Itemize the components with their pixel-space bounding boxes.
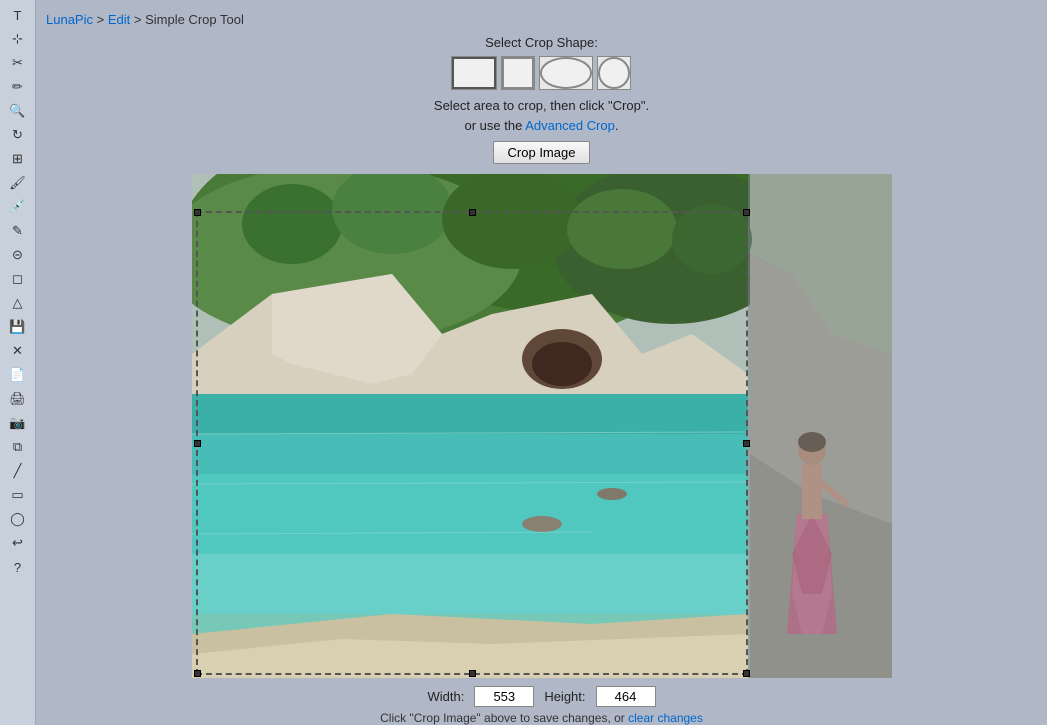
breadcrumb-sep2: > bbox=[134, 12, 145, 27]
dimensions-display: Width: Height: bbox=[427, 686, 655, 707]
breadcrumb-edit[interactable]: Edit bbox=[108, 12, 130, 27]
pencil-icon[interactable]: ✏ bbox=[4, 76, 32, 98]
clear-changes-link[interactable]: clear changes bbox=[628, 711, 703, 725]
shape-select-icon[interactable]: △ bbox=[4, 292, 32, 314]
rectangle-shape-icon bbox=[452, 57, 496, 89]
circle-tool-icon[interactable]: ◯ bbox=[4, 508, 32, 530]
beach-scene-image bbox=[192, 174, 892, 678]
breadcrumb-sep1: > bbox=[97, 12, 108, 27]
advanced-crop-link[interactable]: Advanced Crop bbox=[525, 118, 615, 133]
controls-panel: Select Crop Shape: Select area to crop, … bbox=[434, 35, 649, 164]
eyedropper-icon[interactable]: 💉 bbox=[4, 196, 32, 218]
instruction-pre: or use the bbox=[465, 118, 523, 133]
stamp-icon[interactable]: ⊝ bbox=[4, 244, 32, 266]
width-label: Width: bbox=[427, 689, 464, 704]
text-tool-icon[interactable]: T bbox=[4, 4, 32, 26]
instruction-text: Select area to crop, then click "Crop". … bbox=[434, 96, 649, 135]
scissors-icon[interactable]: ✂ bbox=[4, 52, 32, 74]
image-canvas[interactable] bbox=[192, 174, 892, 678]
eraser-icon[interactable]: ◻ bbox=[4, 268, 32, 290]
page-icon[interactable]: 📄 bbox=[4, 364, 32, 386]
breadcrumb-current: Simple Crop Tool bbox=[145, 12, 244, 27]
crop-image-button[interactable]: Crop Image bbox=[493, 141, 591, 164]
square-shape-btn[interactable] bbox=[501, 56, 535, 90]
height-label: Height: bbox=[544, 689, 585, 704]
status-note: Click "Crop Image" above to save changes… bbox=[380, 711, 703, 725]
breadcrumb-lunapic[interactable]: LunaPic bbox=[46, 12, 93, 27]
grid-icon[interactable]: ⊞ bbox=[4, 148, 32, 170]
height-input[interactable] bbox=[596, 686, 656, 707]
rect-tool-icon[interactable]: ▭ bbox=[4, 484, 32, 506]
rotate-icon[interactable]: ↻ bbox=[4, 124, 32, 146]
status-bar: Width: Height: Click "Crop Image" above … bbox=[380, 686, 703, 725]
line-tool-icon[interactable]: ╱ bbox=[4, 460, 32, 482]
magnify-icon[interactable]: 🔍 bbox=[4, 100, 32, 122]
circle-shape-icon bbox=[598, 57, 630, 89]
help-icon[interactable]: ? bbox=[4, 556, 32, 578]
breadcrumb: LunaPic > Edit > Simple Crop Tool bbox=[36, 8, 1047, 35]
smudge-icon[interactable]: ✎ bbox=[4, 220, 32, 242]
width-input[interactable] bbox=[474, 686, 534, 707]
square-shape-icon bbox=[502, 57, 534, 89]
rectangle-shape-btn[interactable] bbox=[451, 56, 497, 90]
print-icon[interactable]: 🖨 bbox=[4, 388, 32, 410]
beach-svg bbox=[192, 174, 892, 678]
camera-icon[interactable]: 📷 bbox=[4, 412, 32, 434]
oval-shape-btn[interactable] bbox=[539, 56, 593, 90]
undo-icon[interactable]: ↩ bbox=[4, 532, 32, 554]
shape-selector-label: Select Crop Shape: bbox=[485, 35, 598, 50]
select-icon[interactable]: ⊹ bbox=[4, 28, 32, 50]
instruction-line1: Select area to crop, then click "Crop". bbox=[434, 98, 649, 113]
status-note-pre: Click "Crop Image" above to save changes… bbox=[380, 711, 625, 725]
main-content: LunaPic > Edit > Simple Crop Tool Select… bbox=[36, 0, 1047, 725]
sidebar: T ⊹ ✂ ✏ 🔍 ↻ ⊞ 🖌 💉 ✎ ⊝ ◻ △ 💾 ✕ 📄 🖨 📷 ⧉ ╱ … bbox=[0, 0, 36, 725]
shape-options bbox=[451, 56, 631, 90]
close-icon[interactable]: ✕ bbox=[4, 340, 32, 362]
copy-icon[interactable]: ⧉ bbox=[4, 436, 32, 458]
paint-icon[interactable]: 🖌 bbox=[4, 172, 32, 194]
save-icon[interactable]: 💾 bbox=[4, 316, 32, 338]
oval-shape-icon bbox=[540, 57, 592, 89]
circle-shape-btn[interactable] bbox=[597, 56, 631, 90]
